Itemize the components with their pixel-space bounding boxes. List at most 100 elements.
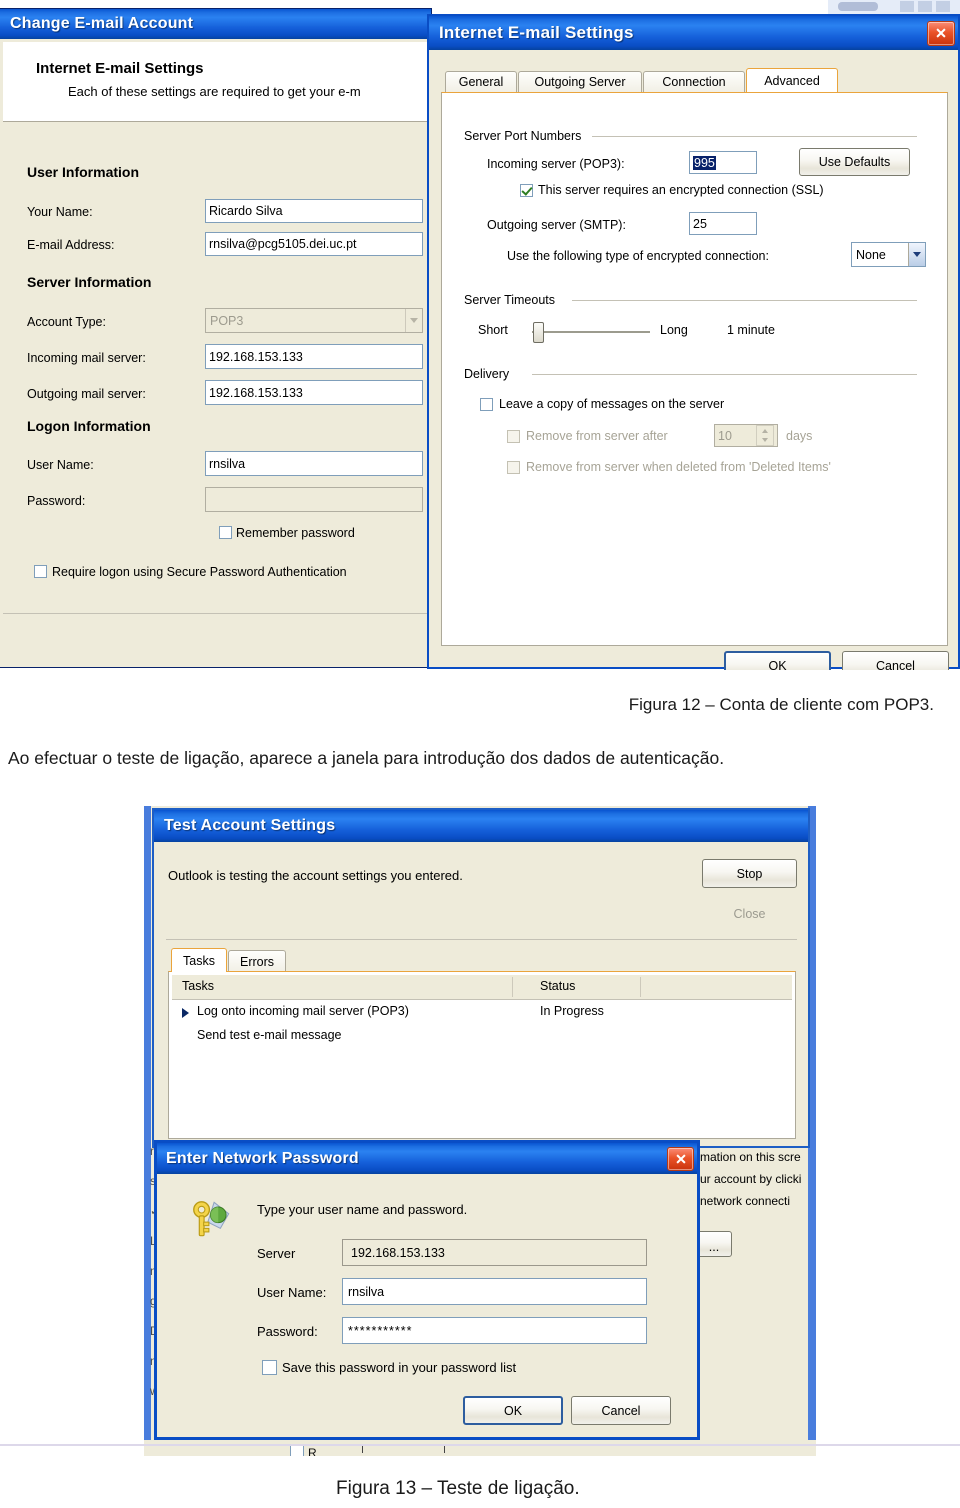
timeout-slider-track[interactable] [532,331,650,333]
remove-after-days-spinner[interactable]: 10 [714,424,778,447]
remove-after-days-label: Remove from server after [526,429,668,443]
remove-when-deleted-checkbox[interactable] [507,461,520,474]
page-rule [0,1444,960,1446]
figure-12-screenshot: Change E-mail Account Internet E-mail Se… [0,0,960,670]
window-button-fragment-3 [918,1,932,12]
body-paragraph: Ao efectuar o teste de ligação, aparece … [8,748,725,768]
remember-password-checkbox[interactable] [219,526,232,539]
use-defaults-button[interactable]: Use Defaults [799,148,910,176]
require-spa-checkbox[interactable] [34,565,47,578]
tab-outgoing-server[interactable]: Outgoing Server [518,71,642,92]
tab-connection[interactable]: Connection [643,71,745,92]
account-type-combo[interactable]: POP3 [205,308,423,333]
username-input[interactable]: rnsilva [342,1278,647,1305]
column-divider[interactable] [512,977,513,997]
close-icon[interactable] [927,20,955,46]
column-divider-2[interactable] [640,977,641,997]
change-email-account-dialog: Change E-mail Account Internet E-mail Se… [0,8,432,668]
column-header-tasks[interactable]: Tasks [182,979,214,993]
column-header-status[interactable]: Status [540,979,575,993]
ssl-required-checkbox[interactable] [520,184,533,197]
close-icon[interactable] [667,1146,694,1171]
group-line-1 [592,136,917,137]
outgoing-server-port-input[interactable]: 25 [689,212,757,235]
header-subtitle: Each of these settings are required to g… [68,84,361,99]
password-ok-button[interactable]: OK [463,1396,563,1425]
tab-outgoing-server-label: Outgoing Server [534,75,626,89]
tab-tasks[interactable]: Tasks [171,948,227,972]
tab-general-label: General [458,75,504,89]
tab-general[interactable]: General [445,71,517,92]
group-line-2 [572,300,917,301]
remove-after-days-checkbox[interactable] [507,430,520,443]
ssl-required-label: This server requires an encrypted connec… [538,183,824,197]
tab-advanced-label: Advanced [764,73,820,88]
stop-button[interactable]: Stop [702,859,797,888]
your-name-input[interactable]: Ricardo Silva [205,199,423,223]
password-prompt: Type your user name and password. [257,1202,468,1217]
row-marker-icon [182,1008,189,1018]
chevron-down-icon[interactable] [405,309,422,332]
tasks-listview[interactable]: Tasks Status Log onto incoming mail serv… [168,971,796,1139]
task-name: Send test e-mail message [197,1028,342,1042]
timeout-slider-thumb[interactable] [533,322,544,343]
change-email-account-body: User Information Your Name: Ricardo Silv… [3,122,432,612]
key-globe-icon [193,1201,230,1237]
background-text-line2: ur account by clicki [700,1172,802,1186]
cancel-button[interactable]: Cancel [842,651,949,670]
remove-after-days-suffix: days [786,429,813,443]
test-status-text: Outlook is testing the account settings … [168,868,463,883]
save-password-checkbox[interactable] [262,1360,277,1375]
enter-network-password-titlebar: Enter Network Password [157,1143,697,1174]
section-server-information: Server Information [27,274,152,290]
incoming-mail-server-input[interactable]: 192.168.153.133 [205,344,423,369]
figure-13-screenshot: mation on this scre ur account by clicki… [144,806,816,1456]
field-label-account-type: Account Type: [27,315,106,329]
incoming-server-port-input[interactable]: 995 [689,151,757,174]
email-address-input[interactable]: rnsilva@pcg5105.dei.uc.pt [205,232,423,256]
remember-password-label: Remember password [236,526,355,540]
tab-errors[interactable]: Errors [228,950,286,972]
internet-email-settings-titlebar: Internet E-mail Settings [429,16,958,50]
group-label-server-port-numbers: Server Port Numbers [464,129,587,143]
incoming-server-port-label: Incoming server (POP3): [487,157,625,171]
password-input[interactable]: *********** [342,1317,647,1344]
outgoing-mail-server-input[interactable]: 192.168.153.133 [205,380,423,405]
background-text-line3: network connecti [700,1194,791,1208]
group-label-server-timeouts: Server Timeouts [464,293,561,307]
enter-network-password-dialog: Enter Network Password Type your user na… [154,1140,700,1440]
field-label-password: Password: [27,494,86,508]
user-name-input[interactable]: rnsilva [205,451,423,476]
figure-12-caption: Figura 12 – Conta de cliente com POP3. [628,695,934,714]
leave-copy-label: Leave a copy of messages on the server [499,397,725,411]
partial-checkbox-row: R [144,1440,816,1456]
encryption-type-value: None [856,247,886,262]
timeout-short-label: Short [478,323,508,337]
account-type-value: POP3 [210,313,244,328]
internet-email-settings-body: General Outgoing Server Connection Advan… [429,50,958,670]
header-title: Internet E-mail Settings [36,60,204,77]
timeout-value-label: 1 minute [727,323,775,337]
require-spa-label: Require logon using Secure Password Auth… [52,565,347,579]
field-label-outgoing-mail-server: Outgoing mail server: [27,387,146,401]
table-row[interactable]: Send test e-mail message [172,1026,792,1050]
outgoing-server-port-label: Outgoing server (SMTP): [487,218,626,232]
background-browse-button[interactable]: ... [696,1231,732,1257]
tab-advanced[interactable]: Advanced [746,68,838,92]
close-button[interactable]: Close [702,899,797,928]
table-row[interactable]: Log onto incoming mail server (POP3) In … [172,1002,792,1026]
encryption-type-combo[interactable]: None [851,242,926,267]
password-input[interactable] [205,487,423,512]
password-cancel-button[interactable]: Cancel [571,1396,671,1425]
server-input: 192.168.153.133 [342,1239,647,1266]
chevron-down-icon[interactable] [908,243,925,266]
leave-copy-checkbox[interactable] [480,398,493,411]
tasks-listview-header: Tasks Status [172,975,792,1000]
partial-text-fragment: R [308,1446,317,1456]
spinner-arrows-icon[interactable] [756,425,774,446]
enter-network-password-title: Enter Network Password [166,1149,359,1167]
test-account-settings-title: Test Account Settings [164,817,336,834]
tab-errors-label: Errors [239,954,275,969]
field-label-user-name: User Name: [27,458,94,472]
ok-button[interactable]: OK [724,651,831,670]
